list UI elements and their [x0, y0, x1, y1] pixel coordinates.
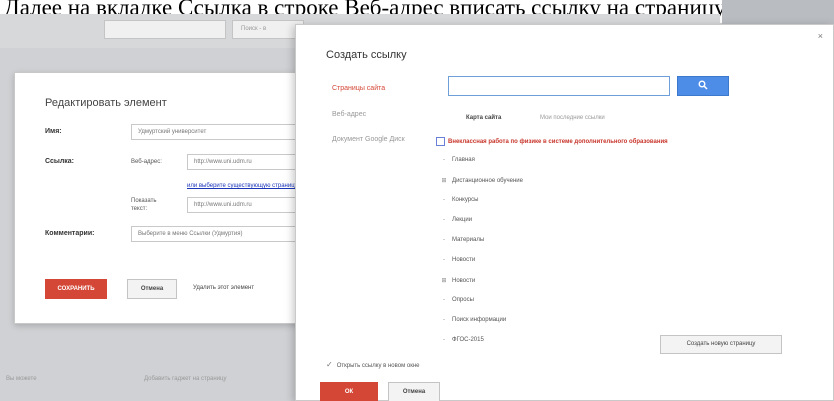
- page-checkbox[interactable]: [436, 137, 445, 146]
- show-text-label: Показать текст:: [131, 198, 157, 212]
- sidebar-item-web-address[interactable]: Веб-адрес: [332, 111, 366, 118]
- expand-icon[interactable]: ⊞: [436, 177, 452, 184]
- dialog-title: Редактировать элемент: [45, 97, 167, 109]
- tree-item[interactable]: - Опросы: [436, 297, 474, 309]
- tree-item-label: ФГОС-2015: [452, 337, 484, 343]
- tree-item-label: Опросы: [452, 297, 474, 303]
- comment-field[interactable]: Выберите в меню Ссылки (Удмуртия): [131, 226, 301, 242]
- tree-prefix: -: [443, 297, 445, 303]
- ok-button[interactable]: ОК: [320, 382, 378, 401]
- tree-item-label: Новости: [452, 257, 476, 263]
- tree-prefix: -: [443, 217, 445, 223]
- footer-text: Вы можете: [6, 376, 37, 382]
- delete-element-link[interactable]: Удалить этот элемент: [193, 285, 254, 291]
- tree-item[interactable]: ⊞ Дистанционное обучение: [436, 177, 523, 189]
- tree-item[interactable]: - Новости: [436, 257, 475, 269]
- cancel-button[interactable]: Отмена: [388, 382, 440, 401]
- tree-item[interactable]: - Лекции: [436, 217, 472, 229]
- new-window-label: Открыть ссылку в новом окне: [336, 363, 420, 369]
- new-window-option[interactable]: ✓ Открыть ссылку в новом окне: [326, 360, 419, 369]
- tree-item[interactable]: - ФГОС-2015: [436, 337, 484, 349]
- tree-prefix: -: [443, 317, 445, 323]
- tree-prefix: -: [443, 197, 445, 203]
- save-button[interactable]: СОХРАНИТЬ: [45, 279, 107, 299]
- tree-item-label: Лекции: [452, 217, 473, 223]
- create-new-page-button[interactable]: Создать новую страницу: [660, 335, 782, 354]
- checkmark-icon[interactable]: ✓: [326, 360, 333, 369]
- background-input: [104, 20, 226, 39]
- tab-recent-links[interactable]: Мои последние ссылки: [540, 115, 605, 121]
- show-text-field[interactable]: http://www.uni.udm.ru: [187, 197, 301, 213]
- background-search-input: Поиск - в: [232, 20, 304, 39]
- search-icon: [698, 80, 708, 90]
- close-icon[interactable]: ×: [818, 31, 823, 41]
- search-input[interactable]: [448, 76, 670, 96]
- sidebar-item-google-drive[interactable]: Документ Google Диск: [332, 136, 405, 143]
- create-link-dialog: × Создать ссылку Страницы сайта Веб-адре…: [295, 24, 834, 401]
- name-label: Имя:: [45, 128, 62, 135]
- tree-item-label: Поиск информации: [452, 317, 507, 323]
- tree-prefix: -: [443, 237, 445, 243]
- tree-prefix: -: [443, 337, 445, 343]
- tree-item-label: Главная: [452, 157, 475, 163]
- edit-element-dialog: Редактировать элемент Имя: Удмуртский ун…: [14, 72, 314, 324]
- footer-gadget-text: Добавить гаджет на страницу: [144, 376, 227, 382]
- background-footer: Вы можете Добавить гаджет на страницу: [0, 370, 300, 390]
- tree-item[interactable]: - Поиск информации: [436, 317, 506, 329]
- search-button[interactable]: [677, 76, 729, 96]
- tree-prefix: -: [443, 157, 445, 163]
- tree-item-label: Новости: [452, 278, 476, 284]
- name-field[interactable]: Удмуртский университет: [131, 124, 301, 140]
- expand-icon[interactable]: ⊞: [436, 277, 452, 284]
- url-label: Веб-адрес:: [131, 159, 162, 165]
- tree-item[interactable]: ⊞ Новости: [436, 277, 475, 289]
- tree-item[interactable]: - Главная: [436, 157, 475, 169]
- comment-label: Комментарии:: [45, 230, 95, 237]
- tree-prefix: -: [443, 257, 445, 263]
- tree-item-label: Конкурсы: [452, 197, 479, 203]
- dialog-title: Создать ссылку: [326, 49, 407, 61]
- tree-item-label: Материалы: [452, 237, 485, 243]
- choose-page-link[interactable]: или выберите существующую страницу: [187, 183, 298, 189]
- link-label: Ссылка:: [45, 158, 75, 165]
- tree-item-label: Внеклассная работа по физике в системе д…: [448, 139, 668, 146]
- cancel-button[interactable]: Отмена: [127, 279, 177, 299]
- tree-root-item[interactable]: Внеклассная работа по физике в системе д…: [436, 137, 668, 149]
- tree-item[interactable]: - Материалы: [436, 237, 484, 249]
- tree-item-label: Дистанционное обучение: [452, 178, 523, 184]
- url-field[interactable]: http://www.uni.udm.ru: [187, 154, 301, 170]
- sidebar-item-site-pages[interactable]: Страницы сайта: [332, 85, 385, 92]
- tab-site-map[interactable]: Карта сайта: [466, 115, 501, 121]
- tree-item[interactable]: - Конкурсы: [436, 197, 478, 209]
